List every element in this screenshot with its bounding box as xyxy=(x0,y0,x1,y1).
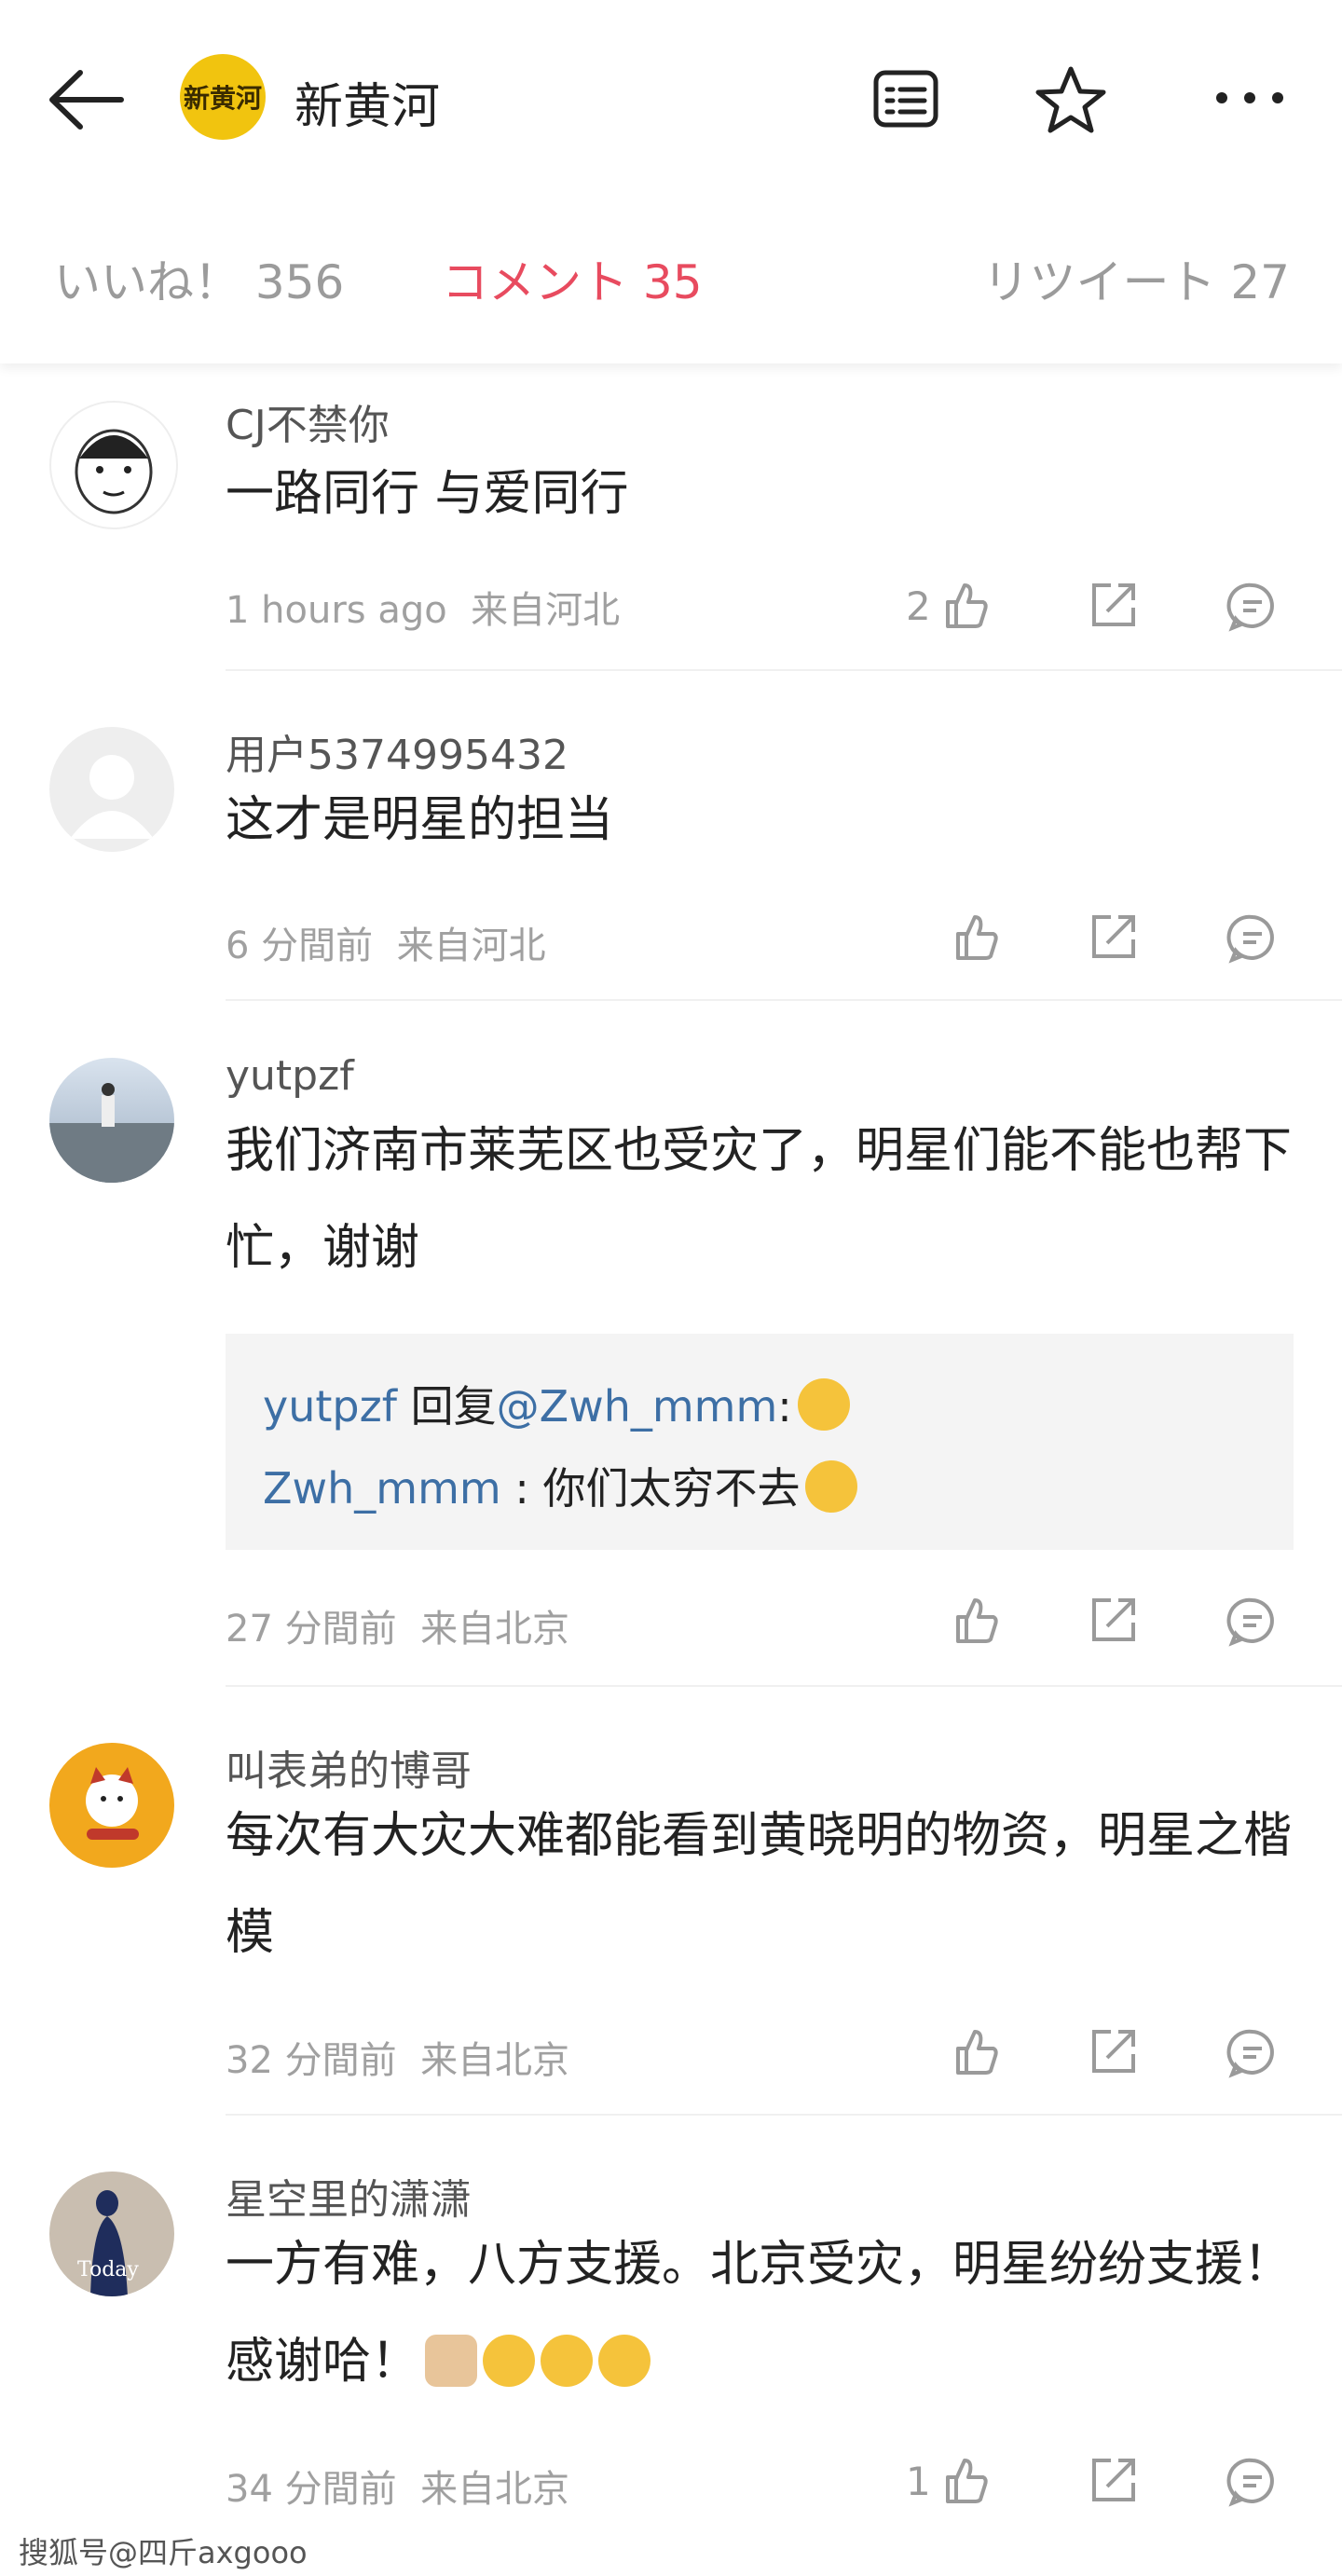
laughing-emoji-icon xyxy=(805,1460,858,1513)
comment-location: 来自北京 xyxy=(420,1608,570,1651)
share-button[interactable] xyxy=(1087,569,1139,643)
reply-button[interactable] xyxy=(1226,1583,1279,1658)
quoted-reply-box[interactable]: yutpzf 回复@Zwh_mmm: Zwh_mmm : 你们太穷不去 xyxy=(226,1334,1294,1550)
reply-line: Zwh_mmm : 你们太穷不去 xyxy=(263,1455,858,1516)
more-icon xyxy=(1216,92,1283,103)
comment-meta: 34 分間前 来自北京 xyxy=(226,2459,569,2513)
comment-bubble-icon xyxy=(1226,582,1274,632)
comment-item: yutpzf 我们济南市莱芜区也受灾了，明星们能不能也帮下忙，谢谢 yutpzf… xyxy=(0,1002,1342,1687)
comment-item: 用户5374995432 这才是明星的担当 6 分間前 来自河北 xyxy=(0,671,1342,1002)
comment-time: 1 hours ago xyxy=(226,589,447,632)
tab-comments[interactable]: コメント 35 xyxy=(442,240,703,324)
thumbs-up-icon xyxy=(956,1598,998,1643)
crying-emoji-icon xyxy=(797,1378,850,1431)
avatar-watermark-text: Today xyxy=(77,2258,139,2281)
comment-meta: 27 分間前 来自北京 xyxy=(226,1598,569,1652)
share-button[interactable] xyxy=(1087,1583,1139,1658)
share-icon xyxy=(1092,2459,1135,2501)
comment-text: 每次有大灾大难都能看到黄晓明的物资，明星之楷模 xyxy=(226,1808,1293,1961)
like-button[interactable] xyxy=(947,1583,1003,1658)
tab-likes[interactable]: いいね！ 356 xyxy=(54,240,344,324)
reply-user[interactable]: Zwh_mmm xyxy=(263,1463,501,1514)
divider xyxy=(226,999,1342,1001)
comment-meta: 6 分間前 来自河北 xyxy=(226,915,546,969)
comment-location: 来自河北 xyxy=(471,589,621,632)
like-button[interactable]: 1 xyxy=(906,2444,993,2518)
favorite-button[interactable] xyxy=(1029,58,1113,142)
comment-bubble-icon xyxy=(1226,1597,1274,1647)
thumbs-up-icon xyxy=(956,2030,998,2075)
avatar[interactable] xyxy=(49,1743,174,1868)
comment-bubble-icon xyxy=(1226,2458,1274,2507)
tab-retweets[interactable]: リツイート 27 xyxy=(982,240,1290,324)
comment-text: 一方有难，八方支援。北京受灾，明星纷纷支援！感谢哈！ xyxy=(226,2237,1293,2390)
photo-avatar-icon xyxy=(49,1083,174,1183)
meme-face-avatar-icon xyxy=(75,429,153,514)
comment-item: CJ不禁你 一路同行 与爱同行 1 hours ago 来自河北 2 xyxy=(0,363,1342,671)
reader-mode-button[interactable] xyxy=(848,62,964,136)
blush-emoji-icon xyxy=(541,2335,594,2387)
comment-time: 34 分間前 xyxy=(226,2468,397,2511)
blush-emoji-icon xyxy=(598,2335,651,2387)
avatar[interactable] xyxy=(49,727,174,852)
comment-bubble-icon xyxy=(1226,2029,1274,2078)
account-logo[interactable]: 新黄河 xyxy=(180,54,266,140)
comment-meta: 1 hours ago 来自河北 xyxy=(226,580,620,634)
share-icon xyxy=(1092,1598,1135,1641)
clap-emoji-icon xyxy=(425,2335,478,2387)
thumbs-up-icon xyxy=(945,2459,988,2503)
comment-text: 我们济南市莱芜区也受灾了，明星们能不能也帮下忙，谢谢 xyxy=(226,1123,1293,1276)
share-icon xyxy=(1092,2030,1135,2073)
share-button[interactable] xyxy=(1087,2444,1139,2518)
thumbs-up-icon xyxy=(945,583,988,628)
reader-mode-icon xyxy=(873,70,938,128)
like-button[interactable]: 2 xyxy=(906,569,993,643)
tab-bar: いいね！ 356 コメント 35 リツイート 27 xyxy=(0,240,1342,324)
share-icon xyxy=(1092,583,1135,626)
commenter-name[interactable]: CJ不禁你 xyxy=(226,391,390,451)
comment-location: 来自河北 xyxy=(396,925,546,967)
share-icon xyxy=(1092,915,1135,958)
silhouette-avatar-icon: Today xyxy=(77,2190,139,2296)
avatar[interactable]: Today xyxy=(49,2172,174,2296)
comment-location: 来自北京 xyxy=(420,2468,570,2511)
like-count: 1 xyxy=(906,2458,931,2504)
comment-bubble-icon xyxy=(1226,914,1274,964)
comment-time: 32 分間前 xyxy=(226,2039,397,2082)
comment-text: 这才是明星的担当 xyxy=(226,792,614,848)
comment-text: 一路同行 与爱同行 xyxy=(226,466,629,522)
comment-time: 6 分間前 xyxy=(226,925,374,967)
thumbs-up-icon xyxy=(956,915,998,960)
like-button[interactable] xyxy=(947,2015,1003,2090)
reply-button[interactable] xyxy=(1226,900,1279,975)
blush-emoji-icon xyxy=(483,2335,536,2387)
more-button[interactable] xyxy=(1208,75,1292,121)
back-button[interactable] xyxy=(47,58,149,142)
like-count: 2 xyxy=(906,582,931,629)
like-button[interactable] xyxy=(947,900,1003,975)
avatar[interactable] xyxy=(49,1058,174,1183)
back-arrow-icon xyxy=(49,70,124,130)
reply-button[interactable] xyxy=(1226,2015,1279,2090)
reply-button[interactable] xyxy=(1226,2444,1279,2518)
cartoon-dog-avatar-icon xyxy=(86,1767,139,1840)
share-button[interactable] xyxy=(1087,2015,1139,2090)
reply-user[interactable]: yutpzf xyxy=(263,1381,397,1432)
comment-item: 叫表弟的博哥 每次有大灾大难都能看到黄晓明的物资，明星之楷模 32 分間前 来自… xyxy=(0,1687,1342,2116)
commenter-name[interactable]: yutpzf xyxy=(226,1052,354,1100)
share-button[interactable] xyxy=(1087,900,1139,975)
account-name[interactable]: 新黄河 xyxy=(294,67,440,137)
star-icon xyxy=(1035,66,1106,133)
reply-mention[interactable]: @Zwh_mmm xyxy=(497,1381,778,1432)
comment-meta: 32 分間前 来自北京 xyxy=(226,2030,569,2084)
comment-time: 27 分間前 xyxy=(226,1608,397,1651)
avatar[interactable] xyxy=(49,401,178,529)
watermark: 搜狐号@四斤axgooo xyxy=(19,2535,308,2570)
top-bar: 新黄河 新黄河 いいね！ 356 コメント 35 リツイート 27 xyxy=(0,0,1342,363)
reply-line: yutpzf 回复@Zwh_mmm: xyxy=(263,1373,850,1434)
comment-location: 来自北京 xyxy=(420,2039,570,2082)
reply-button[interactable] xyxy=(1226,569,1279,643)
comment-item: Today 星空里的潇潇 一方有难，八方支援。北京受灾，明星纷纷支援！感谢哈！ … xyxy=(0,2116,1342,2526)
default-user-icon xyxy=(70,755,154,839)
